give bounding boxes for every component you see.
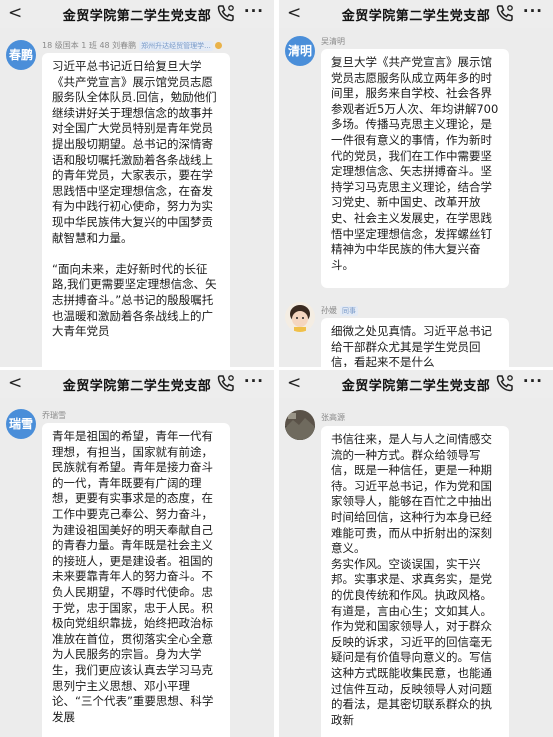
badge-icon (214, 42, 222, 49)
sender-name: 18 级国本 1 班 48 刘春鹏 郑州升达经贸管理学... (42, 40, 272, 51)
avatar[interactable]: 瑞雪 (6, 409, 36, 439)
chat-header: < 金贸学院第二学生党支部 ··· (0, 370, 274, 398)
chat-panel-2: < 金贸学院第二学生党支部 ··· 清明 吴清明 复旦大学《共产党宣言》展示馆党… (279, 0, 553, 367)
chat-header: < 金贸学院第二学生党支部 ··· (279, 370, 553, 398)
chat-header: < 金贸学院第二学生党支部 ··· (279, 0, 553, 28)
message-bubble[interactable]: 习近平总书记近日给复旦大学《共产党宣言》展示馆党员志愿服务队全体队员.回信，勉励… (42, 53, 230, 367)
phone-settings-icon[interactable] (495, 3, 515, 23)
sender-name-text: 孙媛 (321, 306, 337, 315)
message-bubble[interactable]: 细微之处见真情。习近平总书记给干部群众尤其是学生党员回信，看起来不是什么 (321, 318, 509, 367)
sender-org-tag: 郑州升达经贸管理学... (139, 41, 213, 51)
more-dots-icon[interactable]: ··· (523, 372, 543, 390)
sender-name: 吴清明 (321, 37, 345, 46)
sender-name: 乔瑞雪 (42, 411, 66, 420)
sender-name: 孙媛 同事 (321, 305, 358, 316)
more-dots-icon[interactable]: ··· (244, 372, 264, 390)
chat-panel-3: < 金贸学院第二学生党支部 ··· 瑞雪 乔瑞雪 青年是祖国的希望，青年一代有理… (0, 370, 274, 737)
avatar[interactable]: 清明 (285, 36, 315, 66)
phone-settings-icon[interactable] (216, 373, 236, 393)
sender-name: 张高源 (321, 413, 345, 422)
phone-settings-icon[interactable] (495, 373, 515, 393)
more-dots-icon[interactable]: ··· (244, 2, 264, 20)
chat-header: < 金贸学院第二学生党支部 ··· (0, 0, 274, 28)
landscape-photo-icon (285, 410, 315, 440)
child-photo-icon (285, 302, 315, 332)
message-bubble[interactable]: 复旦大学《共产党宣言》展示馆党员志愿服务队成立两年多的时间里，服务来自学校、社会… (321, 49, 509, 288)
chat-panel-1: < 金贸学院第二学生党支部 ··· 春鹏 18 级国本 1 班 48 刘春鹏 郑州… (0, 0, 274, 367)
avatar[interactable] (285, 302, 315, 332)
sender-role-tag: 同事 (340, 306, 358, 316)
phone-settings-icon[interactable] (216, 3, 236, 23)
more-dots-icon[interactable]: ··· (523, 2, 543, 20)
avatar[interactable] (285, 410, 315, 440)
avatar[interactable]: 春鹏 (6, 40, 36, 70)
message-bubble[interactable]: 青年是祖国的希望，青年一代有理想，有担当，国家就有前途，民族就有希望。青年是接力… (42, 423, 230, 737)
chat-panel-4: < 金贸学院第二学生党支部 ··· 张高源 书信往来，是人与人之间情感交流的一种… (279, 370, 553, 737)
message-bubble[interactable]: 书信往来，是人与人之间情感交流的一种方式。群众给领导写信，既是一种信任，更是一种… (321, 426, 509, 737)
sender-name-text: 18 级国本 1 班 48 刘春鹏 (42, 41, 137, 50)
